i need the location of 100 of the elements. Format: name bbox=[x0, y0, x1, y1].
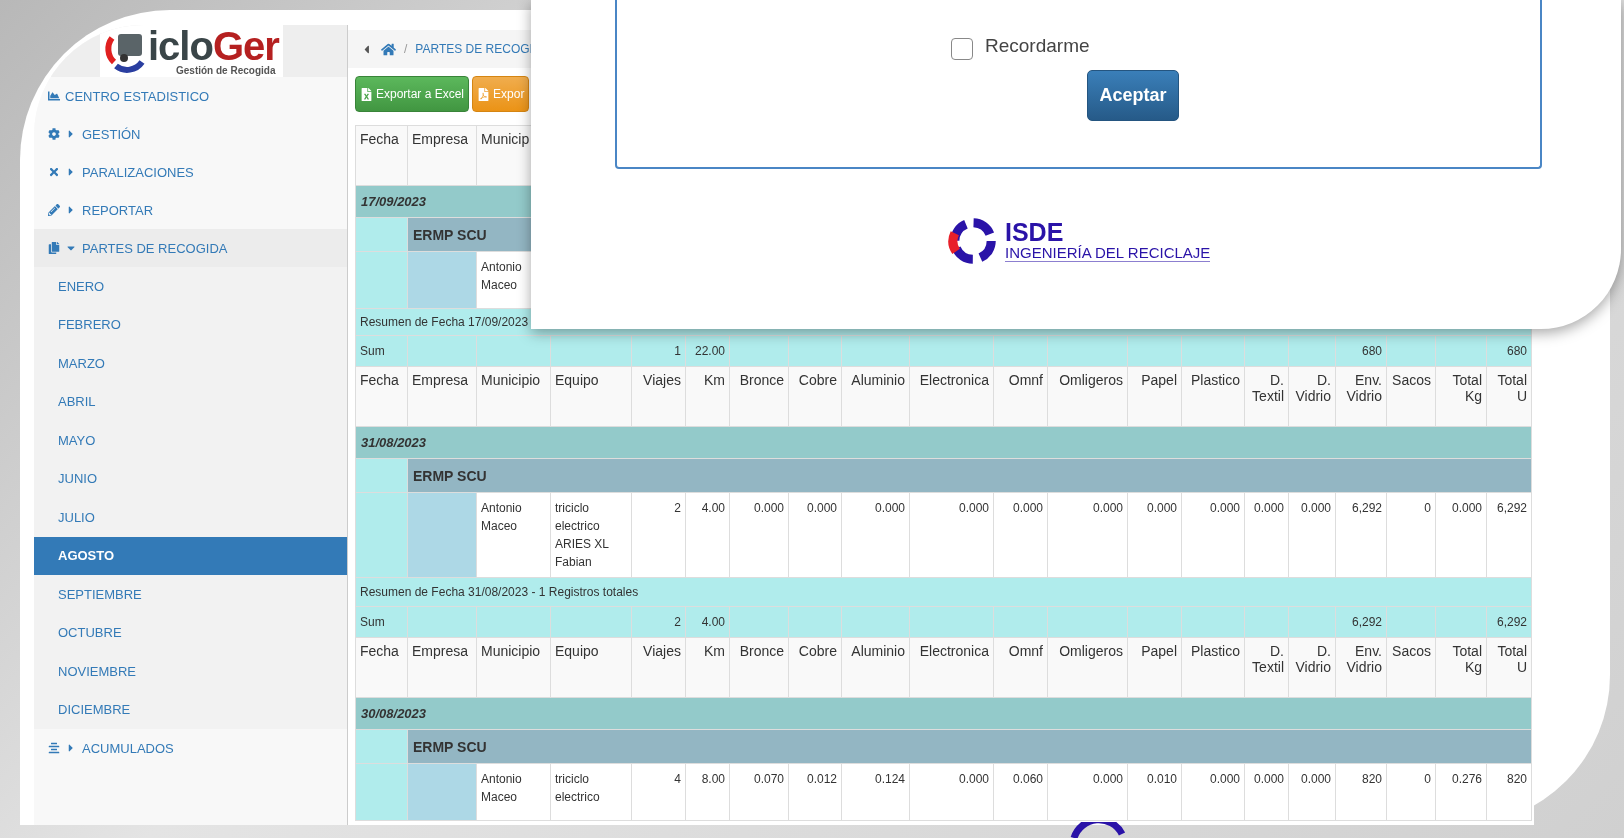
sidebar-subitem[interactable]: MARZO bbox=[34, 344, 347, 383]
column-header: Omnf bbox=[993, 637, 1048, 698]
table-cell: Antonio Maceo bbox=[476, 763, 551, 821]
sum-cell bbox=[407, 335, 477, 367]
sum-cell: Sum bbox=[355, 335, 408, 367]
sidebar-item[interactable]: CENTRO ESTADISTICO bbox=[34, 77, 347, 115]
table-cell bbox=[355, 251, 408, 309]
sidebar-item[interactable]: PARALIZACIONES bbox=[34, 153, 347, 191]
column-header: Fecha bbox=[355, 637, 408, 698]
column-header: Sacos bbox=[1386, 366, 1436, 427]
table-cell: 6,292 bbox=[1335, 492, 1387, 578]
company-name: ISDE bbox=[1005, 220, 1064, 244]
sum-cell bbox=[1181, 335, 1245, 367]
export-button[interactable]: Expor bbox=[472, 76, 530, 112]
column-header: Omligeros bbox=[1047, 366, 1128, 427]
sidebar-subitem[interactable]: FEBRERO bbox=[34, 305, 347, 344]
column-header: Equipo bbox=[550, 366, 632, 427]
home-icon[interactable] bbox=[381, 41, 396, 57]
accept-button[interactable]: Aceptar bbox=[1087, 70, 1179, 121]
table-cell: 0.000 bbox=[909, 492, 994, 578]
sum-cell bbox=[729, 606, 789, 638]
column-header: Equipo bbox=[550, 637, 632, 698]
sum-cell bbox=[1435, 335, 1487, 367]
sum-cell bbox=[841, 606, 910, 638]
sidebar-subitem[interactable]: DICIEMBRE bbox=[34, 690, 347, 729]
table-cell: 0.060 bbox=[993, 763, 1048, 821]
column-header: Env. Vidrio bbox=[1335, 366, 1387, 427]
sidebar-item[interactable]: REPORTAR bbox=[34, 191, 347, 229]
sidebar-subitem[interactable]: SEPTIEMBRE bbox=[34, 575, 347, 614]
table-cell: 0.000 bbox=[729, 492, 789, 578]
sum-cell bbox=[993, 606, 1048, 638]
company-group-row: ERMP SCU bbox=[407, 729, 1532, 764]
table-cell: 4 bbox=[631, 763, 686, 821]
table-cell: 0.000 bbox=[1047, 763, 1128, 821]
sum-cell bbox=[729, 335, 789, 367]
sidebar-subitem[interactable]: MAYO bbox=[34, 421, 347, 460]
table-cell: Antonio Maceo bbox=[476, 492, 551, 578]
sidebar-subitem[interactable]: JULIO bbox=[34, 498, 347, 537]
table-cell: 0.012 bbox=[788, 763, 842, 821]
company-group-row: ERMP SCU bbox=[407, 458, 1532, 493]
export-button[interactable]: Exportar a Excel bbox=[355, 76, 470, 112]
table-cell: 0.000 bbox=[1435, 492, 1487, 578]
table-cell: 0.010 bbox=[1127, 763, 1182, 821]
column-header: Cobre bbox=[788, 637, 842, 698]
column-header: Total U bbox=[1486, 637, 1532, 698]
column-header: Aluminio bbox=[841, 366, 910, 427]
column-header: Env. Vidrio bbox=[1335, 637, 1387, 698]
sidebar-item[interactable]: ACUMULADOS bbox=[34, 729, 347, 767]
sidebar-subitem[interactable]: ABRIL bbox=[34, 382, 347, 421]
column-header: Bronce bbox=[729, 637, 789, 698]
table-cell: 0.000 bbox=[841, 492, 910, 578]
table-cell: 0 bbox=[1386, 763, 1436, 821]
sum-cell: Sum bbox=[355, 606, 408, 638]
column-header: Omligeros bbox=[1047, 637, 1128, 698]
sidebar-item[interactable]: GESTIÓN bbox=[34, 115, 347, 153]
column-header: Plastico bbox=[1181, 637, 1245, 698]
sum-cell: 6,292 bbox=[1335, 606, 1387, 638]
table-cell bbox=[407, 251, 477, 309]
column-header: Fecha bbox=[355, 125, 408, 186]
summary-row: Resumen de Fecha 31/08/2023 - 1 Registros totales bbox=[355, 577, 1532, 607]
remember-checkbox[interactable] bbox=[951, 38, 973, 60]
column-header: Empresa bbox=[407, 125, 477, 186]
table-cell bbox=[407, 763, 477, 821]
sum-cell bbox=[788, 606, 842, 638]
sidebar-subitem[interactable]: NOVIEMBRE bbox=[34, 652, 347, 691]
sum-cell: 1 bbox=[631, 335, 686, 367]
sum-cell bbox=[841, 335, 910, 367]
sum-cell bbox=[1127, 335, 1182, 367]
column-header: Empresa bbox=[407, 637, 477, 698]
pencil-icon bbox=[48, 204, 60, 216]
company-subtitle: INGENIERÍA DEL RECICLAJE bbox=[1005, 244, 1211, 262]
column-header: Sacos bbox=[1386, 637, 1436, 698]
table-cell: 6,292 bbox=[1486, 492, 1532, 578]
sidebar-subitem[interactable]: JUNIO bbox=[34, 459, 347, 498]
sum-cell bbox=[1435, 606, 1487, 638]
column-header: Electronica bbox=[909, 366, 994, 427]
sum-cell bbox=[788, 335, 842, 367]
table-cell: 0.000 bbox=[1288, 763, 1336, 821]
sum-cell: 680 bbox=[1335, 335, 1387, 367]
logo-wordmark: icloGer Gestión de Recogida bbox=[148, 26, 279, 76]
table-cell: 0.000 bbox=[1244, 763, 1289, 821]
table-cell: 0.000 bbox=[1181, 763, 1245, 821]
column-header: Municipio bbox=[476, 637, 551, 698]
sidebar-subitem[interactable]: OCTUBRE bbox=[34, 613, 347, 652]
sum-cell bbox=[1181, 606, 1245, 638]
sidebar-subitem[interactable]: ENERO bbox=[34, 267, 347, 306]
sidebar-subitem[interactable]: AGOSTO bbox=[34, 536, 347, 575]
table-cell: 0.000 bbox=[788, 492, 842, 578]
column-header: Bronce bbox=[729, 366, 789, 427]
table-cell: 0 bbox=[1386, 492, 1436, 578]
date-group-row: 30/08/2023 bbox=[355, 697, 1532, 730]
spreadsheet-file-icon bbox=[360, 87, 373, 101]
sum-cell bbox=[407, 606, 477, 638]
table-cell bbox=[355, 458, 408, 493]
column-header: Total Kg bbox=[1435, 637, 1487, 698]
column-header: D. Textil bbox=[1244, 366, 1289, 427]
column-header: D. Vidrio bbox=[1288, 366, 1336, 427]
column-header: Papel bbox=[1127, 366, 1182, 427]
recycle-ring-icon bbox=[947, 215, 999, 267]
table-cell bbox=[355, 763, 408, 821]
